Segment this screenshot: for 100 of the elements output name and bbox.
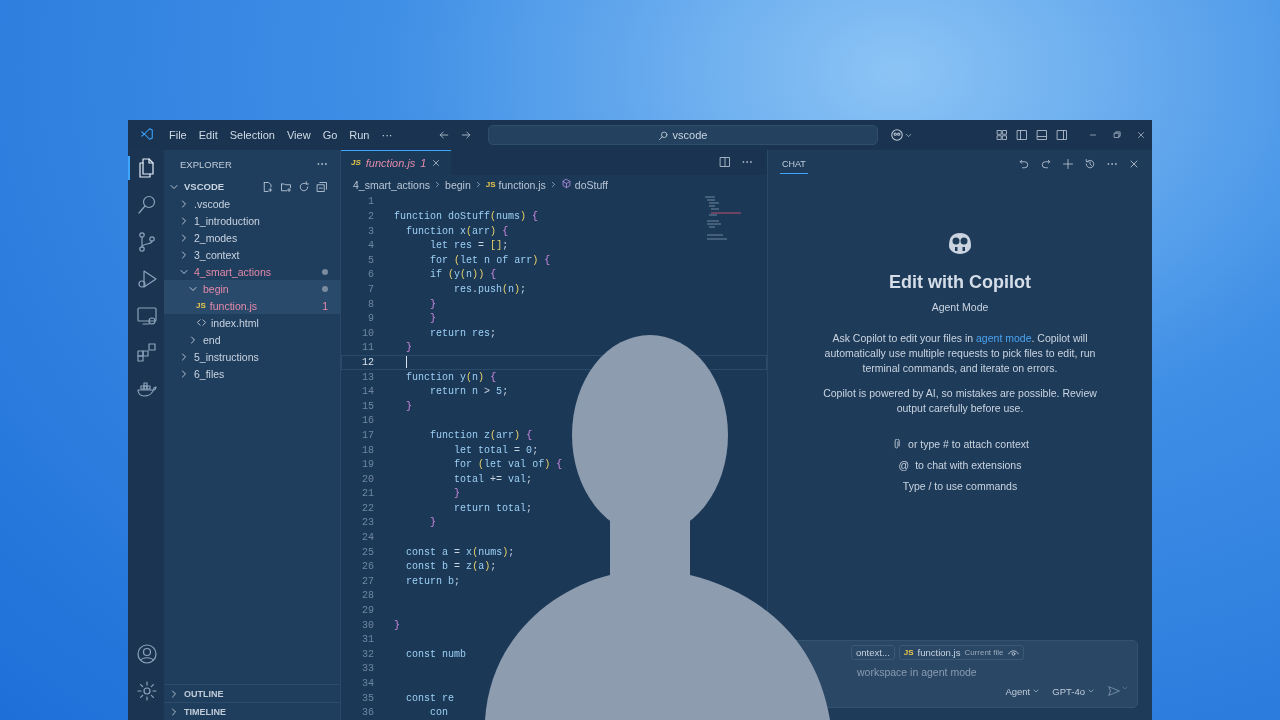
send-icon [1107, 684, 1121, 698]
eye-icon [1007, 647, 1019, 658]
at-symbol: @ [898, 459, 910, 471]
source-tree-row[interactable]: index.html [164, 314, 340, 331]
code-line: } [453, 488, 461, 500]
line-number: 22 [361, 502, 375, 514]
toggle-sidebar-icon [1016, 129, 1028, 141]
folder-tree-row[interactable]: 5_instructions [164, 348, 340, 365]
account-icon [135, 642, 159, 666]
line-number: 28 [361, 590, 375, 602]
split-editor-icon [719, 156, 731, 169]
line-number: 21 [361, 488, 375, 500]
breadcrumb[interactable]: 4_smart_actions [353, 178, 431, 191]
code-line: const re [405, 692, 455, 704]
collapse-all-icon [316, 180, 328, 193]
line-number: 4 [367, 240, 375, 252]
search-icon [657, 129, 669, 141]
menu-item[interactable]: View [281, 126, 316, 144]
chevron-down-icon [1087, 687, 1095, 695]
code-line: let total = 0; [453, 444, 539, 456]
line-number: 14 [361, 386, 375, 398]
workspace-root[interactable]: VSCODE [164, 178, 340, 195]
code-line: let res = []; [429, 240, 509, 252]
code-line: total += val; [453, 473, 533, 485]
restore-icon [1112, 130, 1122, 140]
code-line: } [429, 298, 437, 310]
code-line: if (y(n)) { [429, 269, 497, 281]
disclaimer-text: Copilot is powered by AI, so mistakes are possible. Review output carefully before use. [822, 386, 1098, 416]
editor-tab[interactable]: JS function.js 1 [341, 150, 452, 175]
monitor-icon [135, 304, 159, 328]
line-number: 17 [361, 429, 375, 441]
line-number: 6 [367, 269, 375, 281]
code-line: function y(n) { [405, 371, 497, 383]
menu-item[interactable]: Selection [224, 126, 280, 144]
breadcrumb[interactable]: begin [445, 178, 471, 191]
menu-item[interactable]: File [164, 126, 192, 144]
line-number: 33 [361, 663, 375, 675]
menu-item[interactable]: Edit [193, 126, 223, 144]
menu-item[interactable]: Go [317, 126, 343, 144]
text-cursor [406, 356, 407, 369]
context-chip[interactable]: ontext... [851, 645, 895, 660]
agent-mode-link[interactable]: agent mode [976, 332, 1032, 344]
line-number: 3 [367, 225, 375, 237]
hint-text: to chat with extensions [915, 459, 1022, 471]
code-line: } [405, 400, 413, 412]
line-number: 12 [361, 356, 375, 368]
line-number: 19 [361, 459, 375, 471]
new-file-icon [262, 180, 274, 193]
paperclip-icon [891, 438, 903, 450]
code-line: return res; [429, 327, 497, 339]
line-number: 24 [361, 532, 375, 544]
breadcrumb[interactable]: JS function.js [485, 178, 546, 191]
line-number: 30 [361, 619, 375, 631]
collapsed-section[interactable]: OUTLINE [164, 684, 340, 702]
collapsed-section[interactable]: TIMELINE [164, 702, 340, 720]
code-line: for (let val of) { [453, 459, 563, 471]
code-line: } [394, 619, 400, 631]
line-number: 27 [361, 575, 375, 587]
folder-tree-row[interactable]: 6_files [164, 365, 340, 382]
breadcrumb[interactable]: doStuff [560, 178, 608, 192]
folder-tree-row[interactable]: begin [164, 280, 340, 297]
command-search-field[interactable]: vscode [487, 125, 878, 145]
code-line: for (let n of arr) { [429, 254, 551, 266]
line-number: 9 [367, 313, 375, 325]
plus-icon [1062, 158, 1074, 170]
chat-subtitle: Agent Mode [931, 301, 989, 313]
line-number: 18 [361, 444, 375, 456]
undo-icon [1018, 158, 1030, 170]
folder-tree-row[interactable]: .vscode [164, 195, 340, 212]
line-number: 29 [361, 605, 375, 617]
folder-tree-row[interactable]: end [164, 331, 340, 348]
menu-item[interactable]: ··· [376, 126, 398, 144]
line-number: 26 [361, 561, 375, 573]
line-number: 11 [361, 342, 375, 354]
code-line: const a = x(nums); [405, 546, 515, 558]
folder-tree-row[interactable]: 2_modes [164, 229, 340, 246]
forward-arrow-icon [459, 129, 472, 141]
close-icon [431, 158, 442, 168]
menu-item[interactable]: Run [344, 126, 375, 144]
code-brackets-icon [196, 317, 207, 328]
code-line: res.push(n); [453, 284, 527, 295]
code-line: return total; [453, 502, 533, 514]
code-line: return b; [405, 575, 461, 587]
source-tree-row[interactable]: JS function.js 1 [164, 297, 340, 314]
mode-dropdown[interactable]: Agent [1005, 685, 1041, 697]
toggle-secondary-sidebar-icon [1056, 129, 1068, 141]
code-line: function x(arr) { [405, 225, 509, 237]
folder-tree-row[interactable]: 4_smart_actions [164, 263, 340, 280]
vscode-logo-icon [140, 127, 154, 141]
code-line: } [429, 517, 437, 529]
history-icon [1084, 158, 1096, 170]
model-dropdown[interactable]: GPT-4o [1052, 685, 1095, 697]
folder-tree-row[interactable]: 3_context [164, 246, 340, 263]
context-chip[interactable]: JS function.js Current file [898, 645, 1024, 660]
js-file-icon: JS [196, 301, 206, 310]
copilot-icon [889, 128, 904, 142]
line-number: 32 [361, 648, 375, 660]
folder-tree-row[interactable]: 1_introduction [164, 212, 340, 229]
line-number: 15 [361, 400, 375, 412]
chat-tab[interactable]: CHAT [780, 154, 808, 174]
